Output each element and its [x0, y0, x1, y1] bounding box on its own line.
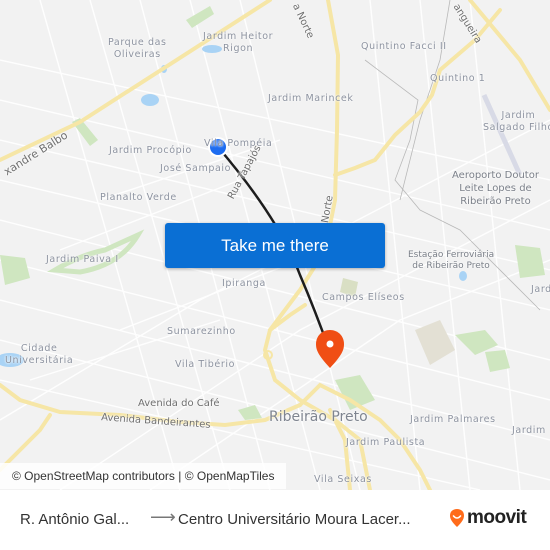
label-avenida-do-cafe: Avenida do Café — [138, 398, 220, 409]
label-jardim-right: Jardim — [512, 425, 546, 436]
label-jardim-palmares: Jardim Palmares — [410, 414, 496, 425]
map-view[interactable]: Parque das Oliveiras Jardim Heitor Rigon… — [0, 0, 550, 490]
label-jardim-procopio: Jardim Procópio — [109, 145, 192, 156]
moovit-pin-icon — [450, 509, 464, 527]
label-jardim-marincek: Jardim Marincek — [268, 93, 354, 104]
map-attribution[interactable]: © OpenStreetMap contributors | © OpenMap… — [0, 463, 287, 489]
railway-2 — [399, 0, 451, 201]
airport-runway — [481, 93, 523, 177]
origin-label: R. Antônio Gal... — [20, 511, 130, 528]
label-jardim-salgado-filho: Jardim Salgado Filho — [483, 110, 550, 133]
label-parque-das-oliveiras: Parque das Oliveiras — [108, 37, 167, 60]
label-jose-sampaio: José Sampaio — [160, 163, 232, 174]
label-jardim-paiva-i: Jardim Paiva I — [46, 254, 119, 265]
label-ipiranga: Ipiranga — [222, 278, 266, 289]
parks — [0, 6, 545, 420]
label-jardim-heitor-rigon: Jardim Heitor Rigon — [203, 31, 274, 54]
label-vila-tiberio: Vila Tibério — [175, 359, 235, 370]
label-aeroporto: Aeroporto Doutor Leite Lopes de Ribeirão… — [452, 170, 539, 207]
label-sumarezinho: Sumarezinho — [167, 326, 236, 337]
label-quintino-facci-ii: Quintino Facci II — [361, 41, 447, 52]
label-vila-seixas: Vila Seixas — [314, 474, 372, 485]
label-jardim-right-2: Jard — [531, 284, 550, 295]
label-quintino-1: Quintino 1 — [430, 73, 486, 84]
water — [0, 45, 467, 367]
moovit-logo[interactable]: moovit — [449, 507, 527, 529]
destination-label: Centro Universitário Moura Lacer... — [178, 511, 411, 528]
moovit-wordmark: moovit — [467, 507, 527, 528]
destination-marker[interactable] — [316, 330, 344, 368]
label-campos-eliseos: Campos Elíseos — [322, 292, 405, 303]
label-estacao-ferroviaria: Estação Ferroviária de Ribeirão Preto — [408, 250, 495, 271]
label-planalto-verde: Planalto Verde — [100, 192, 177, 203]
route-footer: R. Antônio Gal... ⟶ Centro Universitário… — [0, 490, 550, 550]
label-ribeirao-preto: Ribeirão Preto — [269, 409, 368, 425]
take-me-there-button[interactable]: Take me there — [165, 223, 385, 268]
arrow-right-icon: ⟶ — [150, 507, 176, 527]
label-jardim-paulista: Jardim Paulista — [346, 437, 426, 448]
label-cidade-universitaria: Cidade Universitária — [5, 343, 74, 366]
